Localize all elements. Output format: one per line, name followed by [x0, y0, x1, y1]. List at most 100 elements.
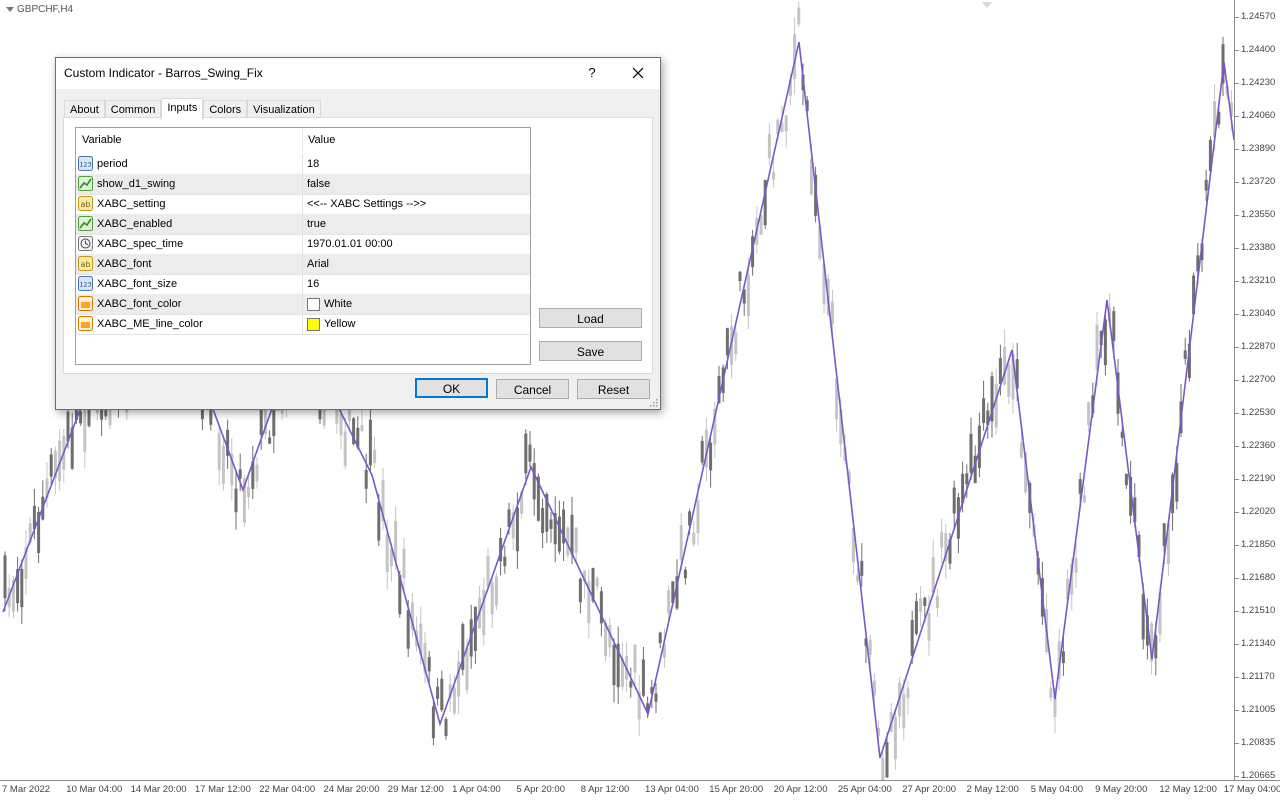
close-icon — [632, 67, 644, 79]
candle-body — [570, 514, 574, 555]
variable-value[interactable]: White — [307, 294, 352, 314]
price-tick — [1235, 776, 1239, 777]
column-header-variable[interactable]: Variable — [76, 128, 122, 152]
candle-body — [856, 575, 860, 582]
svg-text:123: 123 — [79, 281, 91, 289]
time-label: 17 Mar 12:00 — [194, 784, 251, 795]
variable-value[interactable]: Yellow — [307, 314, 355, 334]
candle-body — [914, 601, 918, 634]
variable-value[interactable]: true — [307, 214, 326, 234]
time-label: 27 Apr 20:00 — [902, 784, 957, 795]
grid-row-show-d1-swing[interactable]: show_d1_swing false — [76, 174, 530, 195]
price-axis[interactable]: 1.24570 1.24400 1.24230 1.24060 1.23890 1.237… — [1234, 0, 1280, 781]
candle-body — [452, 687, 456, 714]
candle-body — [217, 432, 221, 470]
dialog-title: Custom Indicator - Barros_Swing_Fix — [64, 66, 263, 80]
price-tick — [1235, 182, 1239, 183]
variable-value[interactable]: 1970.01.01 00:00 — [307, 234, 393, 254]
price-tick — [1235, 611, 1239, 612]
candle-body — [1049, 687, 1053, 698]
candle-body — [557, 516, 561, 552]
candle-body — [746, 274, 750, 316]
load-button[interactable]: Load — [539, 308, 642, 328]
candle-body — [683, 569, 687, 579]
integer-icon: 123 — [78, 156, 93, 171]
color-swatch — [307, 317, 320, 331]
price-tick — [1235, 413, 1239, 414]
candle-body — [797, 7, 801, 25]
price-label: 1.23550 — [1241, 209, 1276, 220]
price-label: 1.21680 — [1241, 572, 1276, 583]
string-icon: ab — [78, 256, 93, 271]
integer-icon: 123 — [78, 276, 93, 291]
resize-grip-icon[interactable] — [648, 397, 658, 407]
time-label: 8 Apr 12:00 — [580, 784, 630, 795]
time-label: 2 May 12:00 — [966, 784, 1019, 795]
save-button[interactable]: Save — [539, 341, 642, 361]
variable-name: XABC_spec_time — [97, 238, 184, 250]
candle-body — [965, 473, 969, 485]
candle-body — [709, 442, 713, 471]
candle-body — [360, 424, 364, 432]
price-label: 1.20835 — [1241, 737, 1276, 748]
price-label: 1.22700 — [1241, 374, 1276, 385]
svg-text:ab: ab — [81, 260, 91, 269]
time-label: 17 May 04:00 — [1223, 784, 1280, 795]
candle-body — [255, 464, 259, 482]
candle-body — [654, 693, 658, 702]
price-tick — [1235, 83, 1239, 84]
candle-body — [860, 560, 864, 576]
value-text: <<-- XABC Settings -->> — [307, 198, 427, 210]
close-button[interactable] — [622, 60, 654, 86]
chart-shift-marker-icon[interactable] — [982, 2, 992, 8]
price-label: 1.21170 — [1241, 671, 1275, 682]
candle-body — [1082, 495, 1086, 503]
time-axis[interactable]: 7 Mar 2022 10 Mar 04:00 14 Mar 20:00 17 Mar… — [0, 780, 1280, 801]
variable-value[interactable]: 16 — [307, 274, 319, 294]
candle-body — [629, 681, 633, 688]
column-header-value[interactable]: Value — [302, 128, 335, 152]
grid-row-xabc-spec-time[interactable]: XABC_spec_time 1970.01.01 00:00 — [76, 234, 530, 255]
tab-inputs[interactable]: Inputs — [161, 98, 204, 120]
time-label: 9 May 20:00 — [1095, 784, 1148, 795]
candle-body — [436, 686, 440, 699]
candle-body — [444, 718, 448, 736]
candle-body — [385, 533, 389, 573]
color-icon — [78, 316, 93, 331]
candle-body — [692, 532, 696, 545]
candle-body — [87, 409, 91, 427]
candle-body — [1061, 651, 1065, 664]
dialog-tabs: About Common Inputs Colors Visualization — [64, 98, 321, 120]
variable-value[interactable]: 18 — [307, 154, 319, 174]
variable-value[interactable]: Arial — [307, 254, 329, 274]
ok-button[interactable]: OK — [415, 378, 488, 398]
candle-body — [1007, 364, 1011, 397]
grid-row-xabc-font-size[interactable]: 123 XABC_font_size 16 — [76, 274, 530, 295]
color-swatch — [307, 297, 320, 311]
cancel-button[interactable]: Cancel — [496, 379, 569, 399]
price-label: 1.21510 — [1241, 605, 1276, 616]
datetime-icon — [78, 236, 93, 251]
grid-row-xabc-me-line-color[interactable]: XABC_ME_line_color Yellow — [76, 314, 530, 335]
dialog-titlebar[interactable]: Custom Indicator - Barros_Swing_Fix ? — [56, 58, 660, 89]
variable-value[interactable]: <<-- XABC Settings -->> — [307, 194, 426, 214]
variable-value[interactable]: false — [307, 174, 330, 194]
chart-symbol-label[interactable]: GBPCHF,H4 — [6, 4, 73, 15]
price-tick — [1235, 314, 1239, 315]
candle-body — [885, 742, 889, 778]
grid-row-xabc-font-color[interactable]: XABC_font_color White — [76, 294, 530, 315]
grid-row-xabc-setting[interactable]: ab XABC_setting <<-- XABC Settings -->> — [76, 194, 530, 215]
price-label: 1.23040 — [1241, 308, 1276, 319]
grid-row-xabc-enabled[interactable]: XABC_enabled true — [76, 214, 530, 235]
price-tick — [1235, 149, 1239, 150]
grid-row-period[interactable]: 123 period 18 — [76, 154, 530, 175]
candle-body — [268, 437, 272, 444]
grid-row-xabc-font[interactable]: ab XABC_font Arial — [76, 254, 530, 275]
value-text: 18 — [307, 158, 320, 170]
candle-body — [532, 463, 536, 500]
help-button[interactable]: ? — [578, 60, 606, 86]
price-tick — [1235, 116, 1239, 117]
reset-button[interactable]: Reset — [577, 379, 650, 399]
candle-body — [881, 758, 885, 780]
variable-name: XABC_setting — [97, 198, 166, 210]
